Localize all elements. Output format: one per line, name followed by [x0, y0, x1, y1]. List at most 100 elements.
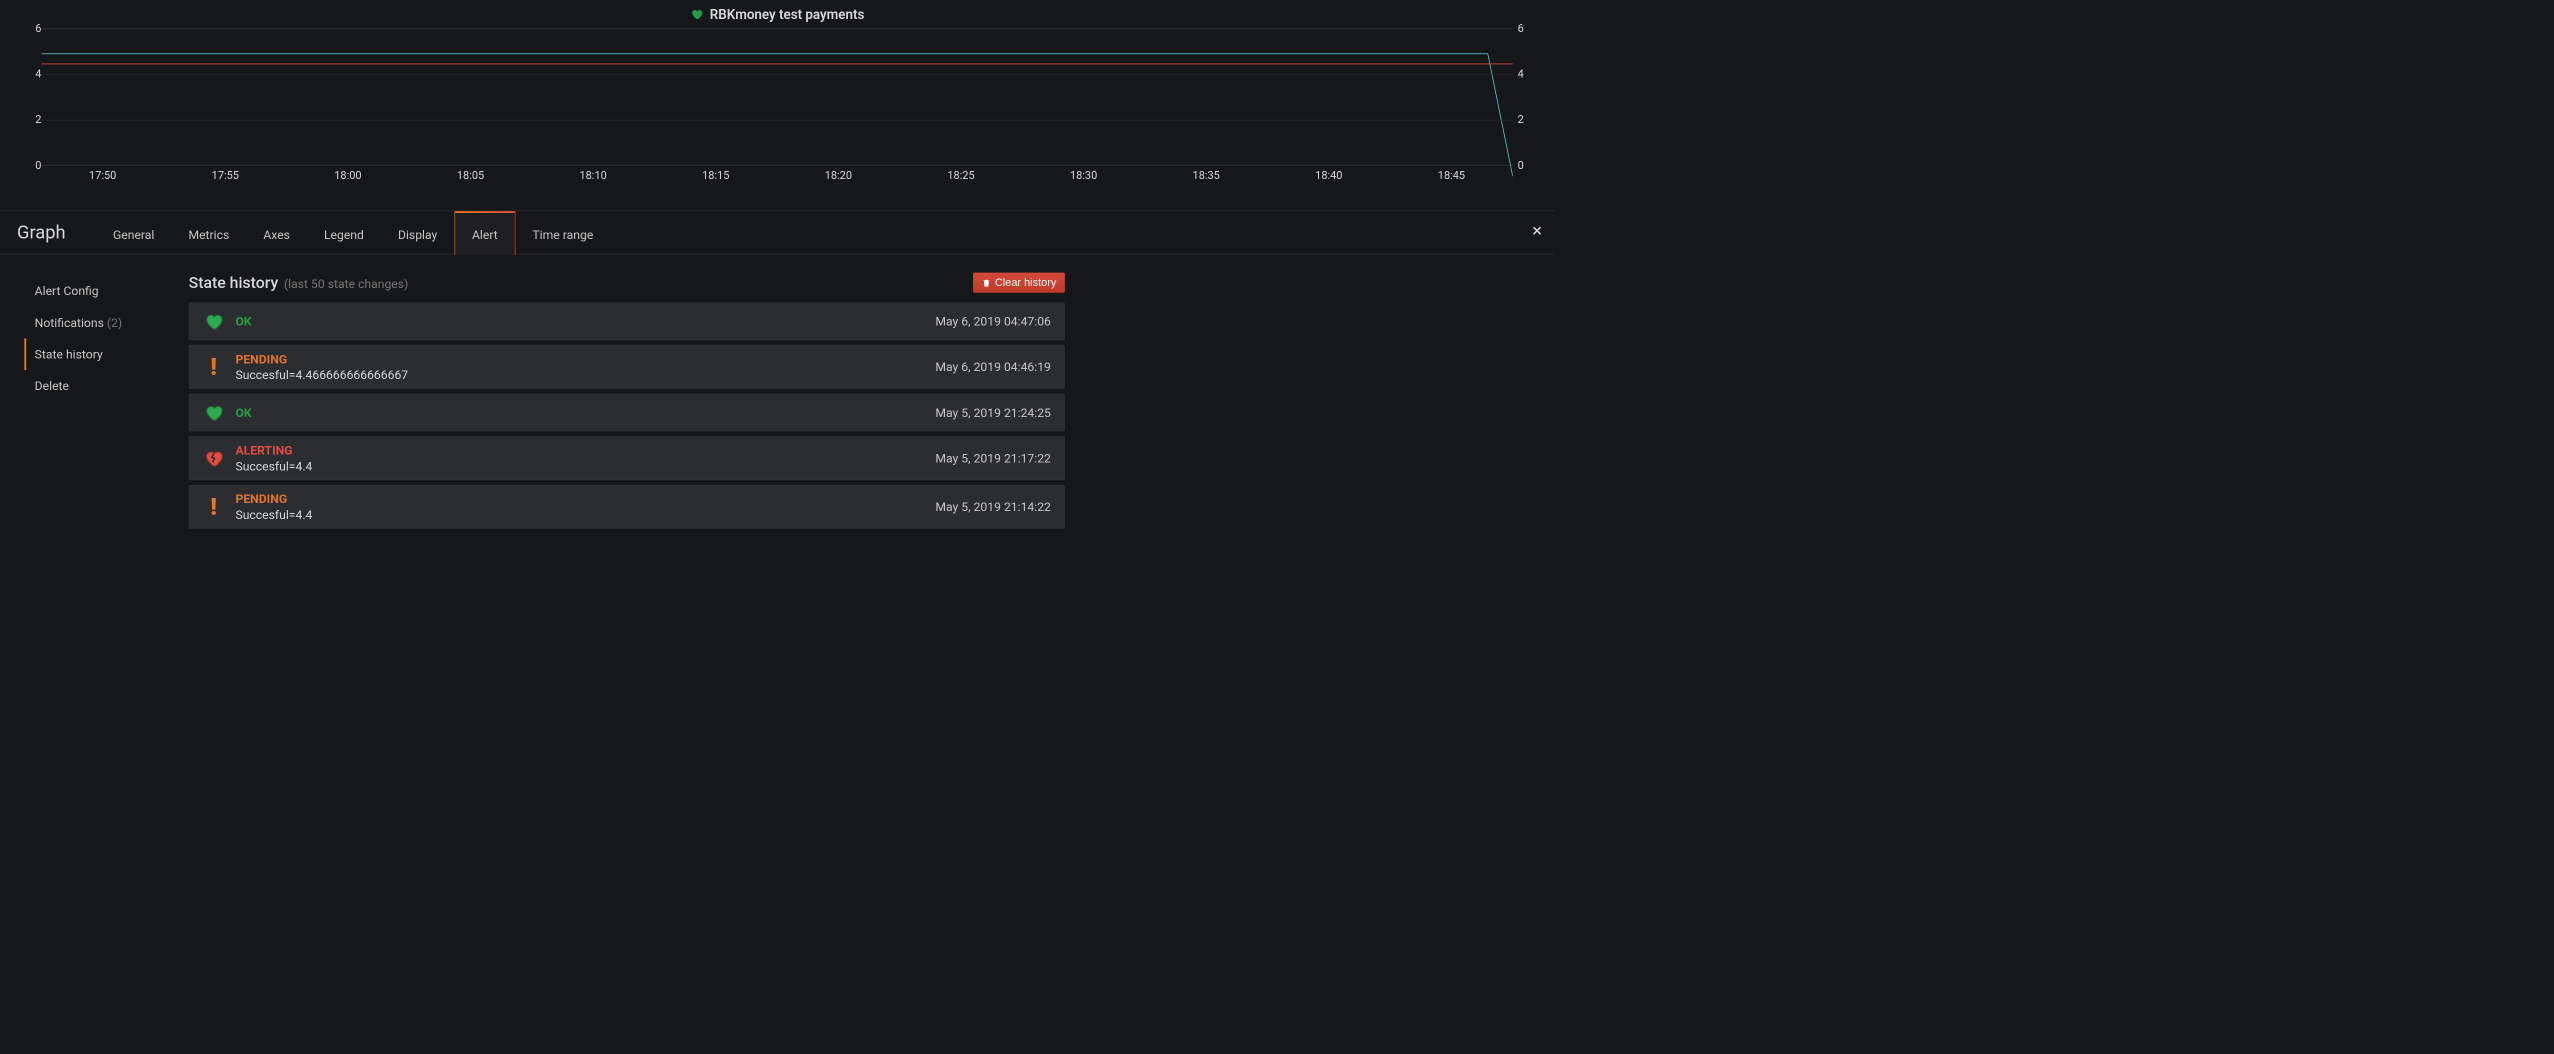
bar[interactable]: [703, 29, 728, 165]
bar[interactable]: [1341, 29, 1366, 165]
bar[interactable]: [66, 29, 91, 165]
bar[interactable]: [1365, 29, 1390, 165]
bar[interactable]: [752, 29, 777, 165]
bar[interactable]: [1267, 29, 1292, 165]
tab-legend[interactable]: Legend: [307, 211, 381, 255]
sidenav-alert-config[interactable]: Alert Config: [24, 275, 164, 307]
bar[interactable]: [826, 29, 851, 165]
exclamation-icon: !: [203, 356, 225, 378]
state-history-content: State history (last 50 state changes) Cl…: [189, 273, 1065, 529]
bar[interactable]: [556, 29, 581, 165]
history-timestamp: May 5, 2019 21:17:22: [935, 451, 1051, 466]
history-list: OKMay 6, 2019 04:47:06!PENDINGSuccesful=…: [189, 302, 1065, 528]
bar[interactable]: [581, 29, 606, 165]
bar[interactable]: [777, 29, 802, 165]
bar[interactable]: [483, 29, 508, 165]
bar[interactable]: [360, 29, 385, 165]
history-row[interactable]: OKMay 6, 2019 04:47:06: [189, 302, 1065, 340]
bar[interactable]: [434, 29, 459, 165]
bar[interactable]: [1169, 29, 1194, 165]
bar[interactable]: [1243, 29, 1268, 165]
tab-display[interactable]: Display: [381, 211, 454, 255]
state-history-subtitle: (last 50 state changes): [284, 276, 408, 291]
sidenav-state-history[interactable]: State history: [24, 338, 164, 370]
tab-timerange[interactable]: Time range: [515, 211, 610, 255]
history-row[interactable]: ALERTINGSuccesful=4.4May 5, 2019 21:17:2…: [189, 436, 1065, 480]
bar[interactable]: [262, 29, 287, 165]
bar[interactable]: [1390, 29, 1415, 165]
bar[interactable]: [1145, 29, 1170, 165]
bar[interactable]: [875, 29, 900, 165]
bar[interactable]: [949, 29, 974, 165]
bar[interactable]: [1218, 29, 1243, 165]
bar[interactable]: [605, 29, 630, 165]
bar[interactable]: [287, 29, 312, 165]
sidenav-notifications[interactable]: Notifications (2): [24, 307, 164, 339]
close-editor-button[interactable]: [1531, 225, 1543, 241]
bar[interactable]: [973, 29, 998, 165]
x-tick: 18:20: [825, 169, 852, 182]
history-row[interactable]: OKMay 5, 2019 21:24:25: [189, 394, 1065, 432]
bar[interactable]: [139, 29, 164, 165]
tab-metrics[interactable]: Metrics: [171, 211, 246, 255]
y-tick: 2: [1518, 113, 1547, 126]
history-row-body: OK: [235, 405, 924, 420]
history-row[interactable]: !PENDINGSuccesful=4.466666666666667May 6…: [189, 345, 1065, 389]
clear-history-label: Clear history: [995, 276, 1056, 289]
history-detail: Succesful=4.4: [235, 507, 924, 522]
bar[interactable]: [654, 29, 679, 165]
bar[interactable]: [630, 29, 655, 165]
bar[interactable]: [1292, 29, 1317, 165]
y-tick: 0: [1518, 159, 1547, 172]
history-row[interactable]: !PENDINGSuccesful=4.4May 5, 2019 21:14:2…: [189, 485, 1065, 529]
bar[interactable]: [213, 29, 238, 165]
bar[interactable]: [900, 29, 925, 165]
heart-broken-icon: [203, 447, 225, 469]
bar[interactable]: [189, 29, 214, 165]
heart-icon: [203, 402, 225, 424]
x-tick: 18:00: [334, 169, 361, 182]
bar[interactable]: [409, 29, 434, 165]
visualization-type-label[interactable]: Graph: [17, 222, 65, 243]
alert-threshold-line: [41, 63, 1512, 64]
bar[interactable]: [1464, 29, 1489, 165]
bar[interactable]: [1120, 29, 1145, 165]
bar[interactable]: [1316, 29, 1341, 165]
tab-alert[interactable]: Alert: [454, 211, 515, 255]
bar[interactable]: [851, 29, 876, 165]
bar[interactable]: [164, 29, 189, 165]
history-timestamp: May 5, 2019 21:14:22: [935, 500, 1051, 515]
panel-title-row: RBKmoney test payments: [12, 7, 1542, 23]
bar[interactable]: [115, 29, 140, 165]
bar[interactable]: [728, 29, 753, 165]
bar[interactable]: [385, 29, 410, 165]
tab-general[interactable]: General: [96, 211, 171, 255]
bar[interactable]: [90, 29, 115, 165]
chart-panel: RBKmoney test payments 0246 0246 17:5017…: [0, 0, 1554, 186]
clear-history-button[interactable]: Clear history: [973, 273, 1065, 293]
bar[interactable]: [311, 29, 336, 165]
bar[interactable]: [802, 29, 827, 165]
bar[interactable]: [1096, 29, 1121, 165]
bar[interactable]: [1047, 29, 1072, 165]
sidenav-delete[interactable]: Delete: [24, 370, 164, 402]
bar[interactable]: [458, 29, 483, 165]
chart-area[interactable]: 0246 0246: [12, 29, 1542, 166]
bar[interactable]: [1415, 29, 1440, 165]
chart-plot[interactable]: [41, 29, 1512, 166]
history-timestamp: May 6, 2019 04:47:06: [935, 314, 1051, 329]
bar[interactable]: [924, 29, 949, 165]
bar[interactable]: [532, 29, 557, 165]
bar[interactable]: [507, 29, 532, 165]
bar[interactable]: [679, 29, 704, 165]
tab-axes[interactable]: Axes: [246, 211, 307, 255]
bar[interactable]: [1488, 29, 1513, 165]
bar[interactable]: [1071, 29, 1096, 165]
bar[interactable]: [998, 29, 1023, 165]
bar[interactable]: [336, 29, 361, 165]
bar[interactable]: [1022, 29, 1047, 165]
bar[interactable]: [41, 29, 66, 165]
bar[interactable]: [1194, 29, 1219, 165]
bar[interactable]: [238, 29, 263, 165]
bar[interactable]: [1439, 29, 1464, 165]
